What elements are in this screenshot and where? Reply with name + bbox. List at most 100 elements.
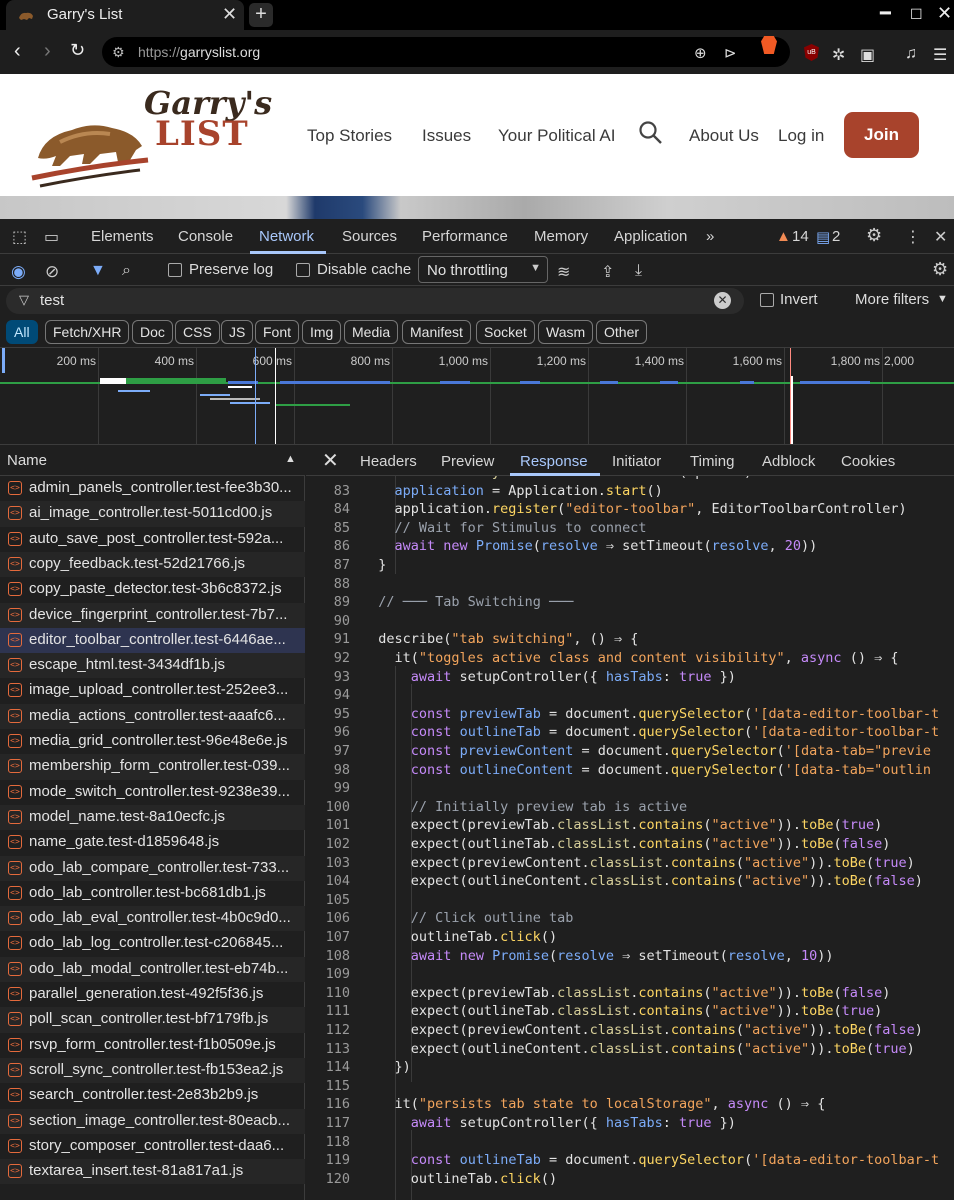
request-row[interactable]: <> editor_toolbar_controller.test-6446ae.… bbox=[0, 627, 305, 654]
request-row[interactable]: <> odo_lab_controller.test-bc681db1.js bbox=[0, 881, 305, 906]
request-row[interactable]: <> section_image_controller.test-80eacb..… bbox=[0, 1108, 305, 1134]
messages-icon[interactable]: ▤ bbox=[816, 228, 830, 246]
join-button[interactable]: Join bbox=[844, 112, 919, 158]
settings-gear-icon[interactable]: ⚙ bbox=[866, 225, 882, 246]
nav-about-us[interactable]: About Us bbox=[689, 126, 759, 146]
device-toolbar-icon[interactable]: ▭ bbox=[44, 227, 59, 247]
warnings-count[interactable]: 14 bbox=[792, 228, 809, 245]
address-bar[interactable]: ⚙ https://garryslist.org ⊕ ⊳ bbox=[102, 37, 790, 67]
chevron-down-icon[interactable]: ▼ bbox=[937, 293, 948, 305]
throttling-select[interactable]: No throttling ▼ bbox=[418, 256, 548, 283]
menu-icon[interactable]: ☰ bbox=[933, 45, 947, 65]
disable-cache-checkbox[interactable] bbox=[296, 263, 310, 277]
request-row[interactable]: <> copy_paste_detector.test-3b6c8372.js bbox=[0, 577, 305, 602]
nav-issues[interactable]: Issues bbox=[422, 126, 471, 146]
close-tab-icon[interactable]: ✕ bbox=[222, 4, 237, 25]
clear-filter-icon[interactable]: ✕ bbox=[714, 292, 731, 309]
filter-funnel-icon[interactable]: ▼ bbox=[90, 262, 106, 280]
nav-top-stories[interactable]: Top Stories bbox=[307, 126, 392, 146]
forward-icon[interactable]: › bbox=[44, 40, 51, 63]
clear-icon[interactable]: ⊘ bbox=[45, 262, 59, 282]
tab-network[interactable]: Network bbox=[259, 228, 314, 245]
network-overview-timeline[interactable]: 200 ms 400 ms 600 ms 800 ms 1,000 ms 1,2… bbox=[0, 347, 954, 445]
filter-chip-wasm[interactable]: Wasm bbox=[538, 320, 594, 344]
response-code-viewer[interactable]: 82 document.body.innerHTML = buildHTML(o… bbox=[306, 476, 954, 1200]
request-row[interactable]: <> media_grid_controller.test-96e48e6e.js bbox=[0, 729, 305, 754]
filter-chip-socket[interactable]: Socket bbox=[476, 320, 535, 344]
request-row[interactable]: <> poll_scan_controller.test-bf7179fb.js bbox=[0, 1007, 305, 1033]
filter-chip-css[interactable]: CSS bbox=[175, 320, 220, 344]
filter-chip-fetch-xhr[interactable]: Fetch/XHR bbox=[45, 320, 130, 344]
reload-icon[interactable]: ↻ bbox=[70, 40, 85, 61]
detail-tab-headers[interactable]: Headers bbox=[360, 453, 417, 470]
request-row[interactable]: <> odo_lab_modal_controller.test-eb74b... bbox=[0, 956, 305, 982]
inspect-element-icon[interactable]: ⬚ bbox=[12, 227, 27, 247]
request-row[interactable]: <> image_upload_controller.test-252ee3... bbox=[0, 678, 305, 703]
kebab-menu-icon[interactable]: ⋮ bbox=[905, 227, 921, 247]
logo-text-line2[interactable]: LIST bbox=[155, 114, 249, 154]
request-row[interactable]: <> scroll_sync_controller.test-fb153ea2.j… bbox=[0, 1057, 305, 1084]
detail-tab-initiator[interactable]: Initiator bbox=[612, 453, 661, 470]
request-row[interactable]: <> mode_switch_controller.test-9238e39... bbox=[0, 780, 305, 805]
ublock-extension-icon[interactable]: uB bbox=[804, 44, 819, 61]
close-window-icon[interactable]: ✕ bbox=[937, 3, 952, 24]
more-tabs-icon[interactable]: » bbox=[706, 228, 714, 245]
request-row[interactable]: <> textarea_insert.test-81a817a1.js bbox=[0, 1159, 305, 1185]
tab-performance[interactable]: Performance bbox=[422, 228, 508, 245]
request-row[interactable]: <> admin_panels_controller.test-fee3b30..… bbox=[0, 476, 305, 501]
filter-chip-other[interactable]: Other bbox=[596, 320, 648, 344]
request-row[interactable]: <> copy_feedback.test-52d21766.js bbox=[0, 551, 305, 578]
name-column-header[interactable]: Name ▲ bbox=[0, 445, 305, 476]
warning-icon[interactable]: ▲ bbox=[776, 228, 791, 245]
filter-chip-doc[interactable]: Doc bbox=[132, 320, 173, 344]
filter-chip-js[interactable]: JS bbox=[221, 320, 254, 344]
zoom-icon[interactable]: ⊕ bbox=[694, 44, 707, 62]
request-row[interactable]: <> model_name.test-8a10ecfc.js bbox=[0, 804, 305, 831]
messages-count[interactable]: 2 bbox=[832, 228, 840, 245]
detail-tab-adblock[interactable]: Adblock bbox=[762, 453, 815, 470]
close-devtools-icon[interactable]: ✕ bbox=[934, 227, 947, 247]
media-icon[interactable]: ♫ bbox=[905, 45, 917, 63]
nav-political-ai[interactable]: Your Political AI bbox=[498, 126, 616, 146]
import-har-icon[interactable]: ⇪ bbox=[601, 262, 614, 282]
detail-tab-response[interactable]: Response bbox=[520, 453, 588, 470]
request-row[interactable]: <> odo_lab_compare_controller.test-733... bbox=[0, 855, 305, 881]
request-row[interactable]: <> media_actions_controller.test-aaafc6..… bbox=[0, 703, 305, 729]
reader-mode-icon[interactable]: ▣ bbox=[860, 45, 875, 65]
request-row[interactable]: <> odo_lab_eval_controller.test-4b0c9d0..… bbox=[0, 906, 305, 932]
detail-tab-preview[interactable]: Preview bbox=[441, 453, 494, 470]
request-row[interactable]: <> rsvp_form_controller.test-f1b0509e.js bbox=[0, 1033, 305, 1058]
request-row[interactable]: <> membership_form_controller.test-039... bbox=[0, 754, 305, 780]
site-settings-icon[interactable]: ⚙ bbox=[112, 44, 125, 61]
preserve-log-checkbox[interactable] bbox=[168, 263, 182, 277]
nav-log-in[interactable]: Log in bbox=[778, 126, 824, 146]
extensions-icon[interactable]: ✲ bbox=[832, 45, 845, 65]
filter-chip-media[interactable]: Media bbox=[344, 320, 399, 344]
request-row[interactable]: <> auto_save_post_controller.test-592a... bbox=[0, 527, 305, 552]
record-icon[interactable]: ◉ bbox=[11, 262, 26, 282]
minimize-icon[interactable]: ━ bbox=[880, 3, 891, 24]
tab-memory[interactable]: Memory bbox=[534, 228, 588, 245]
detail-tab-timing[interactable]: Timing bbox=[690, 453, 734, 470]
request-row[interactable]: <> odo_lab_log_controller.test-c206845... bbox=[0, 931, 305, 956]
request-row[interactable]: <> name_gate.test-d1859648.js bbox=[0, 830, 305, 855]
filter-chip-img[interactable]: Img bbox=[302, 320, 342, 344]
request-row[interactable]: <> device_fingerprint_controller.test-7b7… bbox=[0, 602, 305, 628]
back-icon[interactable]: ‹ bbox=[14, 40, 21, 63]
filter-chip-font[interactable]: Font bbox=[255, 320, 300, 344]
close-detail-icon[interactable]: ✕ bbox=[322, 448, 339, 473]
export-har-icon[interactable]: ⤓ bbox=[635, 262, 642, 280]
search-network-icon[interactable]: ⌕ bbox=[122, 262, 131, 280]
browser-tab[interactable]: Garry's List ✕ bbox=[6, 0, 244, 30]
tab-sources[interactable]: Sources bbox=[342, 228, 397, 245]
filter-input[interactable]: ▽ test ✕ bbox=[6, 288, 744, 314]
request-row[interactable]: <> parallel_generation.test-492f5f36.js bbox=[0, 982, 305, 1007]
more-filters-dropdown[interactable]: More filters bbox=[855, 291, 929, 308]
filter-chip-manifest[interactable]: Manifest bbox=[402, 320, 471, 344]
detail-tab-cookies[interactable]: Cookies bbox=[841, 453, 895, 470]
request-row[interactable]: <> ai_image_controller.test-5011cd00.js bbox=[0, 501, 305, 527]
search-icon[interactable] bbox=[638, 120, 664, 146]
maximize-icon[interactable]: ☐ bbox=[910, 6, 923, 23]
tab-console[interactable]: Console bbox=[178, 228, 233, 245]
request-row[interactable]: <> story_composer_controller.test-daa6... bbox=[0, 1134, 305, 1159]
